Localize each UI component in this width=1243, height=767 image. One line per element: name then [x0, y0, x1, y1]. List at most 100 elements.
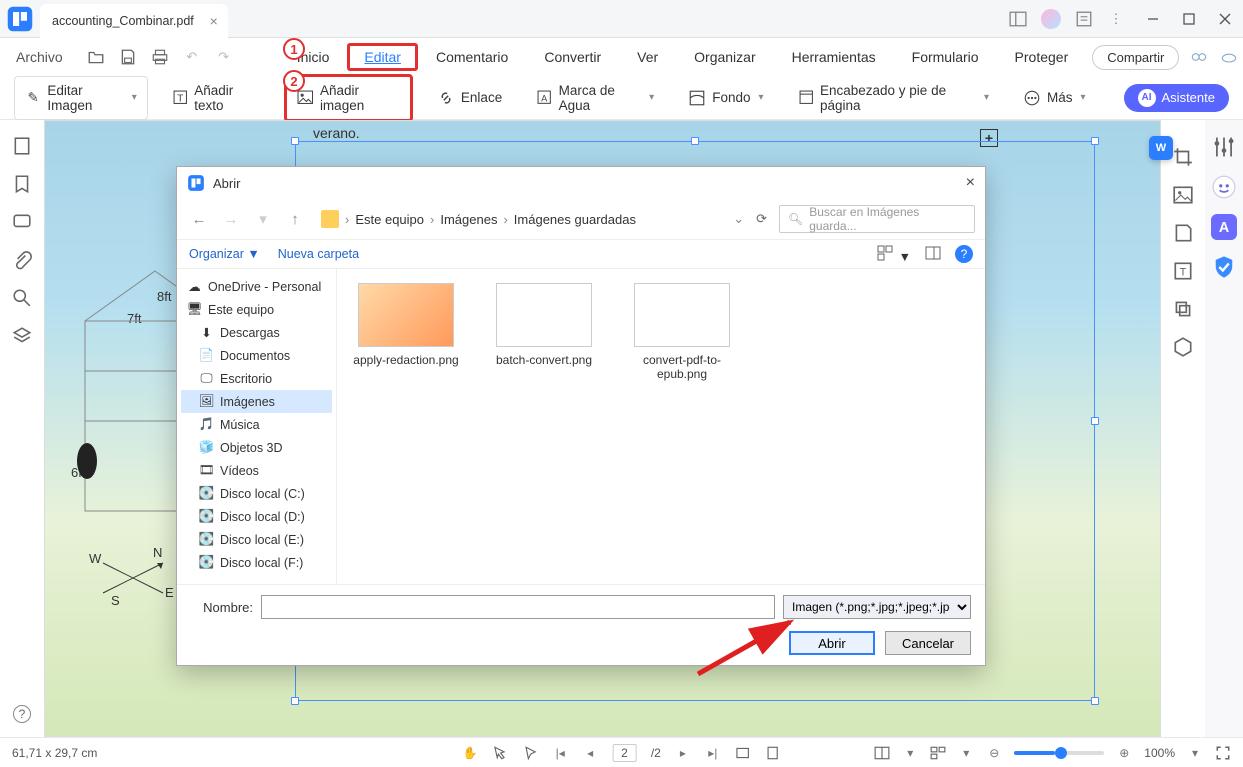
select-tool-icon[interactable]: [492, 745, 508, 761]
menu-organizar[interactable]: Organizar: [676, 43, 773, 71]
tree-node[interactable]: 🖵Escritorio: [181, 367, 332, 390]
nav-forward-button[interactable]: →: [219, 211, 243, 228]
arrow-tool-icon[interactable]: [522, 745, 538, 761]
crumb-2[interactable]: Imágenes guardadas: [514, 212, 636, 227]
tree-node[interactable]: 🎞Vídeos: [181, 459, 332, 482]
sliders-icon[interactable]: [1211, 134, 1237, 160]
layout-mode-icon[interactable]: ▾: [902, 745, 918, 761]
search-rail-icon[interactable]: [12, 288, 32, 308]
menu-editar[interactable]: Editar: [347, 43, 418, 71]
help-icon[interactable]: ?: [13, 705, 31, 723]
menu-comentario[interactable]: Comentario: [418, 43, 526, 71]
menu-ver[interactable]: Ver: [619, 43, 676, 71]
organize-menu[interactable]: Organizar ▼: [189, 247, 260, 261]
tree-node[interactable]: 🎵Música: [181, 413, 332, 436]
file-item[interactable]: apply-redaction.png: [351, 283, 461, 367]
tree-node[interactable]: 💽Disco local (C:): [181, 482, 332, 505]
picture-icon[interactable]: [1172, 184, 1194, 206]
tree-node[interactable]: 🖼Imágenes: [181, 390, 332, 413]
nav-history-button[interactable]: ▾: [251, 210, 275, 228]
menu-formulario[interactable]: Formulario: [894, 43, 997, 71]
refresh-icon[interactable]: ⟳: [756, 211, 767, 227]
next-page-icon[interactable]: ▸: [675, 745, 691, 761]
view-mode-icon[interactable]: ▼: [877, 245, 911, 264]
note-icon[interactable]: [1075, 10, 1093, 28]
close-window-button[interactable]: [1207, 1, 1243, 37]
fit-width-icon[interactable]: [735, 745, 751, 761]
page-icon[interactable]: [12, 136, 32, 156]
dialog-help-icon[interactable]: ?: [955, 245, 973, 263]
breadcrumb[interactable]: › Este equipo › Imágenes › Imágenes guar…: [321, 210, 636, 228]
redo-icon[interactable]: ↷: [215, 48, 233, 66]
tree-node[interactable]: 🖥Este equipo: [181, 298, 332, 321]
add-text-button[interactable]: T Añadir texto: [162, 77, 271, 119]
zoom-value[interactable]: 100%: [1144, 746, 1175, 760]
crumb-dropdown-icon[interactable]: ⌄: [733, 211, 744, 227]
header-footer-button[interactable]: Encabezado y pie de página ▾: [788, 77, 999, 119]
print-icon[interactable]: [151, 48, 169, 66]
watermark-button[interactable]: A Marca de Agua ▾: [526, 77, 664, 119]
save-icon[interactable]: [119, 48, 137, 66]
cancel-button[interactable]: Cancelar: [885, 631, 971, 655]
tree-node[interactable]: 💽Disco local (D:): [181, 505, 332, 528]
zoom-out-icon[interactable]: ⊖: [986, 745, 1002, 761]
user-avatar-icon[interactable]: [1041, 9, 1061, 29]
cloud-sync-icon[interactable]: [1189, 47, 1209, 67]
layers-icon[interactable]: [12, 326, 32, 346]
fit-page-icon[interactable]: [765, 745, 781, 761]
menu-herramientas[interactable]: Herramientas: [774, 43, 894, 71]
open-button[interactable]: Abrir: [789, 631, 875, 655]
zoom-in-icon[interactable]: ⊕: [1116, 745, 1132, 761]
bookmark-icon[interactable]: [12, 174, 32, 194]
tree-node[interactable]: 💽Disco local (E:): [181, 528, 332, 551]
background-button[interactable]: Fondo ▾: [678, 83, 773, 113]
panel-icon[interactable]: [1009, 10, 1027, 28]
tree-node[interactable]: ☁OneDrive - Personal: [181, 275, 332, 298]
ai-assistant-button[interactable]: AI Asistente: [1124, 84, 1229, 112]
attachment-icon[interactable]: [12, 250, 32, 270]
open-icon[interactable]: [87, 48, 105, 66]
file-item[interactable]: batch-convert.png: [489, 283, 599, 367]
share-button[interactable]: Compartir: [1092, 45, 1179, 70]
edit-image-button[interactable]: ✎ Editar Imagen ▾: [14, 76, 148, 120]
maximize-button[interactable]: [1171, 1, 1207, 37]
preview-pane-icon[interactable]: [925, 246, 941, 263]
undo-icon[interactable]: ↶: [183, 48, 201, 66]
menu-convertir[interactable]: Convertir: [526, 43, 619, 71]
hand-tool-icon[interactable]: ✋: [462, 745, 478, 761]
new-folder-button[interactable]: Nueva carpeta: [278, 247, 359, 261]
save-page-icon[interactable]: [1172, 222, 1194, 244]
apps-icon[interactable]: A: [1211, 214, 1237, 240]
chat-bot-icon[interactable]: [1211, 174, 1237, 200]
kebab-icon[interactable]: ⋮: [1107, 10, 1125, 28]
word-export-badge[interactable]: W: [1149, 136, 1173, 160]
link-button[interactable]: Enlace: [427, 83, 512, 113]
minimize-button[interactable]: [1135, 1, 1171, 37]
tree-node[interactable]: 🧊Objetos 3D: [181, 436, 332, 459]
prev-page-icon[interactable]: ◂: [582, 745, 598, 761]
comment-icon[interactable]: [12, 212, 32, 232]
layout-dropdown-icon[interactable]: ▾: [958, 745, 974, 761]
document-tab[interactable]: accounting_Combinar.pdf ×: [40, 4, 228, 38]
menu-proteger[interactable]: Proteger: [997, 43, 1087, 71]
zoom-dropdown-icon[interactable]: ▾: [1187, 745, 1203, 761]
nav-up-button[interactable]: ↑: [283, 211, 307, 228]
nav-back-button[interactable]: ←: [187, 211, 211, 228]
folder-tree[interactable]: ☁OneDrive - Personal🖥Este equipo⬇Descarg…: [177, 269, 337, 584]
file-item[interactable]: convert-pdf-to-epub.png: [627, 283, 737, 381]
shield-check-icon[interactable]: [1211, 254, 1237, 280]
file-grid[interactable]: apply-redaction.png batch-convert.png conv…: [337, 269, 985, 584]
close-tab-icon[interactable]: ×: [210, 13, 218, 29]
copy-icon[interactable]: [1172, 298, 1194, 320]
tree-node[interactable]: 💽Disco local (F:): [181, 551, 332, 574]
zoom-slider[interactable]: [1014, 751, 1104, 755]
tree-node[interactable]: ⬇Descargas: [181, 321, 332, 344]
page-number-input[interactable]: 2: [612, 744, 637, 762]
last-page-icon[interactable]: ▸|: [705, 745, 721, 761]
crumb-1[interactable]: Imágenes: [440, 212, 497, 227]
link-cloud-icon[interactable]: [1219, 47, 1239, 67]
fullscreen-icon[interactable]: [1215, 745, 1231, 761]
textbox-icon[interactable]: T: [1172, 260, 1194, 282]
thumbnails-icon[interactable]: [930, 745, 946, 761]
crop-icon[interactable]: [1172, 146, 1194, 168]
